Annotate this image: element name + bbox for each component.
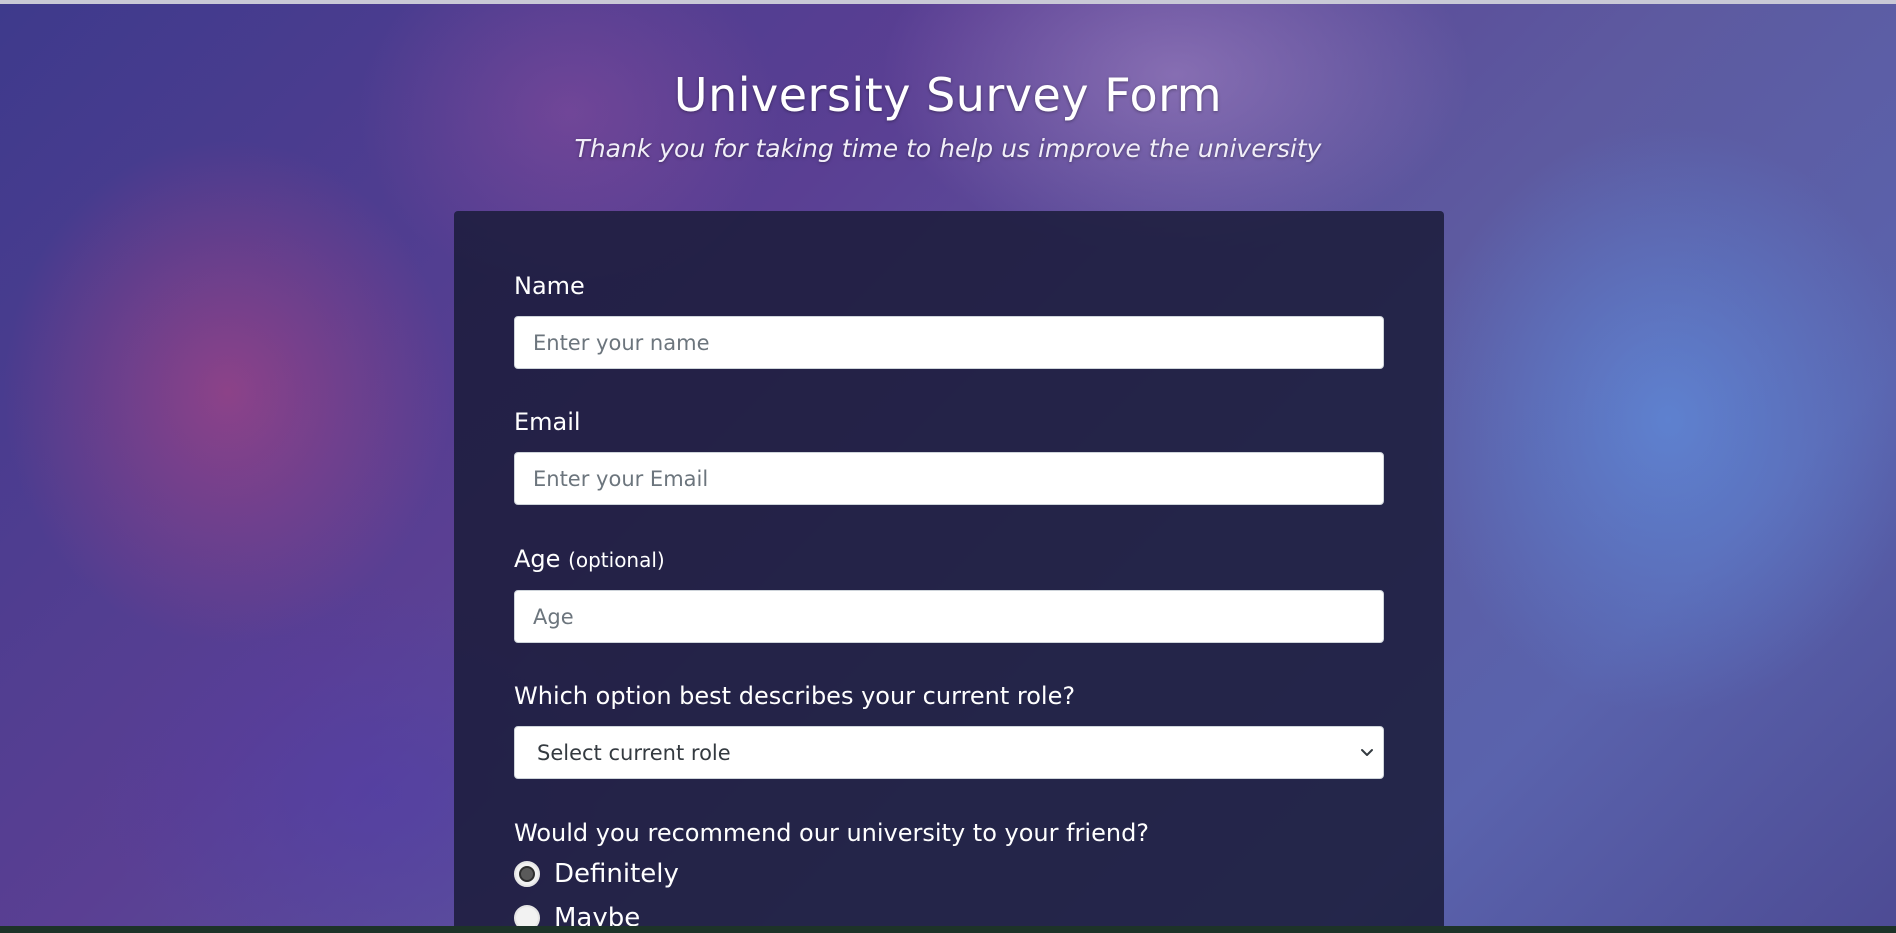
age-label: Age — [514, 545, 561, 573]
recommend-field-group: Would you recommend our university to yo… — [514, 818, 1384, 933]
recommend-label: Would you recommend our university to yo… — [514, 819, 1150, 847]
browser-top-edge — [0, 0, 1896, 4]
name-input[interactable] — [514, 316, 1384, 369]
age-label-row: Age (optional) — [514, 544, 1384, 575]
survey-form: Name Email Age (optional) Which option b… — [454, 211, 1444, 933]
page-title: University Survey Form — [673, 68, 1223, 122]
age-input[interactable] — [514, 590, 1384, 643]
taskbar-edge — [0, 926, 1896, 933]
name-label: Name — [514, 272, 585, 300]
role-field-group: Which option best describes your current… — [514, 681, 1384, 779]
age-field-group: Age (optional) — [514, 544, 1384, 643]
age-optional-hint: (optional) — [568, 548, 665, 572]
email-label: Email — [514, 408, 581, 436]
email-input[interactable] — [514, 452, 1384, 505]
name-field-group: Name — [514, 271, 1384, 369]
radio-label-definitely: Definitely — [554, 859, 679, 889]
page-header: University Survey Form Thank you for tak… — [0, 68, 1896, 163]
email-field-group: Email — [514, 407, 1384, 505]
page-subtitle: Thank you for taking time to help us imp… — [574, 134, 1322, 163]
role-label: Which option best describes your current… — [514, 682, 1076, 710]
radio-option-definitely[interactable]: Definitely — [514, 856, 1384, 892]
chevron-down-icon — [1361, 749, 1373, 756]
role-select[interactable]: Select current role — [514, 726, 1384, 779]
role-select-value: Select current role — [537, 740, 731, 765]
radio-selected-dot — [519, 866, 535, 882]
radio-button-definitely[interactable] — [514, 861, 540, 887]
